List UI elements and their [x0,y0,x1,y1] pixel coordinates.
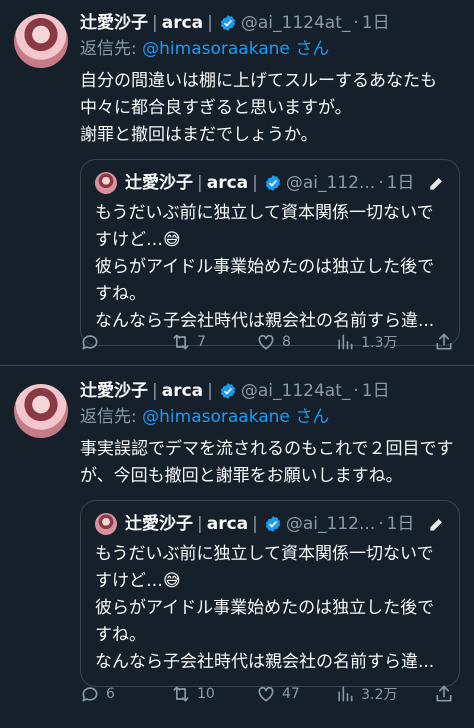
name-separator: | [197,173,203,193]
name-separator: | [207,381,213,401]
quote-text: もうだいぶ前に独立して資本関係一切ないで すけど…😅 彼らがアイドル事業始めたの… [95,544,435,672]
quoted-tweet[interactable]: 辻愛沙子 | arca | @ai_112... · 1日 もうだいぶ前に独立し… [80,500,460,687]
share-icon [436,333,452,350]
views-count: 1.3万 [361,335,398,351]
action-bar: 6 10 47 3.2万 [80,684,460,704]
time-separator: · [353,381,359,401]
like-count: 47 [282,686,300,702]
verified-badge-icon [219,14,237,32]
retweet-icon [173,334,189,350]
grok-edit-icon[interactable] [427,514,447,534]
display-name-brand[interactable]: arca [162,380,203,402]
like-button[interactable]: 8 [256,332,335,352]
like-button[interactable]: 47 [256,684,335,704]
verified-badge-icon [264,174,282,192]
time-separator: · [353,13,359,33]
retweet-button[interactable]: 7 [171,332,256,352]
share-button[interactable] [434,684,460,704]
quote-header: 辻愛沙子 | arca | @ai_112... · 1日 [95,172,447,194]
retweet-button[interactable]: 10 [171,684,256,704]
name-separator: | [152,381,158,401]
reply-handle-link[interactable]: @himasoraakane [142,407,290,427]
display-name-brand[interactable]: arca [162,12,203,34]
reply-button[interactable]: 6 [80,684,171,704]
reply-icon [82,335,98,350]
name-separator: | [252,173,258,193]
views-button[interactable]: 3.2万 [335,684,434,704]
display-name[interactable]: 辻愛沙子 [80,12,148,34]
reply-prefix: 返信先: [80,407,137,427]
quote-text: もうだいぶ前に独立して資本関係一切ないで すけど…😅 彼らがアイドル事業始めたの… [95,203,435,331]
quote-timestamp: 1日 [386,173,415,193]
retweet-count: 7 [196,334,206,350]
time-separator: · [378,173,384,193]
verified-badge-icon [264,515,282,533]
quote-brand: arca [206,173,249,193]
views-count: 3.2万 [361,687,398,703]
retweet-icon [173,686,189,702]
tweet-text: 事実誤認でデマを流されるのもこれで２回目です が、今回も撤回と謝罪をお願いします… [80,439,454,486]
views-icon [338,686,353,702]
reply-to: 返信先: @himasoraakane さん [80,38,460,60]
quoted-tweet[interactable]: 辻愛沙子 | arca | @ai_112... · 1日 もうだいぶ前に独立し… [80,159,460,346]
action-bar: 7 8 1.3万 [80,332,460,352]
verified-badge-icon [219,382,237,400]
quote-avatar [95,513,117,535]
views-icon [338,334,353,350]
retweet-count: 10 [196,686,215,702]
quote-timestamp: 1日 [386,514,415,534]
quote-handle: @ai_112... [285,514,376,534]
name-separator: | [207,13,213,33]
user-handle[interactable]: @ai_1124at_ [241,380,351,402]
share-button[interactable] [434,332,460,352]
reply-prefix: 返信先: [80,39,137,59]
avatar[interactable] [14,14,68,68]
quote-avatar [95,172,117,194]
views-button[interactable]: 1.3万 [335,332,434,352]
quote-brand: arca [206,514,249,534]
name-separator: | [197,514,203,534]
user-handle[interactable]: @ai_1124at_ [241,12,351,34]
grok-edit-icon[interactable] [427,173,447,193]
avatar[interactable] [14,384,68,438]
quote-handle: @ai_112... [285,173,376,193]
name-separator: | [252,514,258,534]
time-separator: · [378,514,384,534]
tweet-text: 自分の間違いは棚に上げてスルーするあなたも 中々に都合良すぎると思いますが。 謝… [80,71,437,145]
reply-suffix: さん [295,407,330,427]
tweet-header: 辻愛沙子 | arca | @ai_1124at_ · 1日 [80,12,460,34]
like-count: 8 [282,334,291,350]
like-icon [258,686,274,702]
like-icon [258,334,274,350]
tweet-2[interactable]: 辻愛沙子 | arca | @ai_1124at_ · 1日 返信先: @him… [0,366,474,728]
reply-suffix: さん [295,39,330,59]
quote-header: 辻愛沙子 | arca | @ai_112... · 1日 [95,513,447,535]
reply-button[interactable] [80,332,171,352]
share-icon [436,685,452,702]
timestamp[interactable]: 1日 [362,12,390,34]
name-separator: | [152,13,158,33]
reply-handle-link[interactable]: @himasoraakane [142,39,290,59]
reply-to: 返信先: @himasoraakane さん [80,406,460,428]
tweet-1[interactable]: 辻愛沙子 | arca | @ai_1124at_ · 1日 返信先: @him… [0,0,474,366]
timestamp[interactable]: 1日 [362,380,390,402]
display-name[interactable]: 辻愛沙子 [80,380,148,402]
quote-display-name: 辻愛沙子 [125,514,193,534]
tweet-header: 辻愛沙子 | arca | @ai_1124at_ · 1日 [80,380,460,402]
quote-display-name: 辻愛沙子 [125,173,193,193]
reply-icon [82,687,98,702]
reply-count: 6 [106,686,115,702]
